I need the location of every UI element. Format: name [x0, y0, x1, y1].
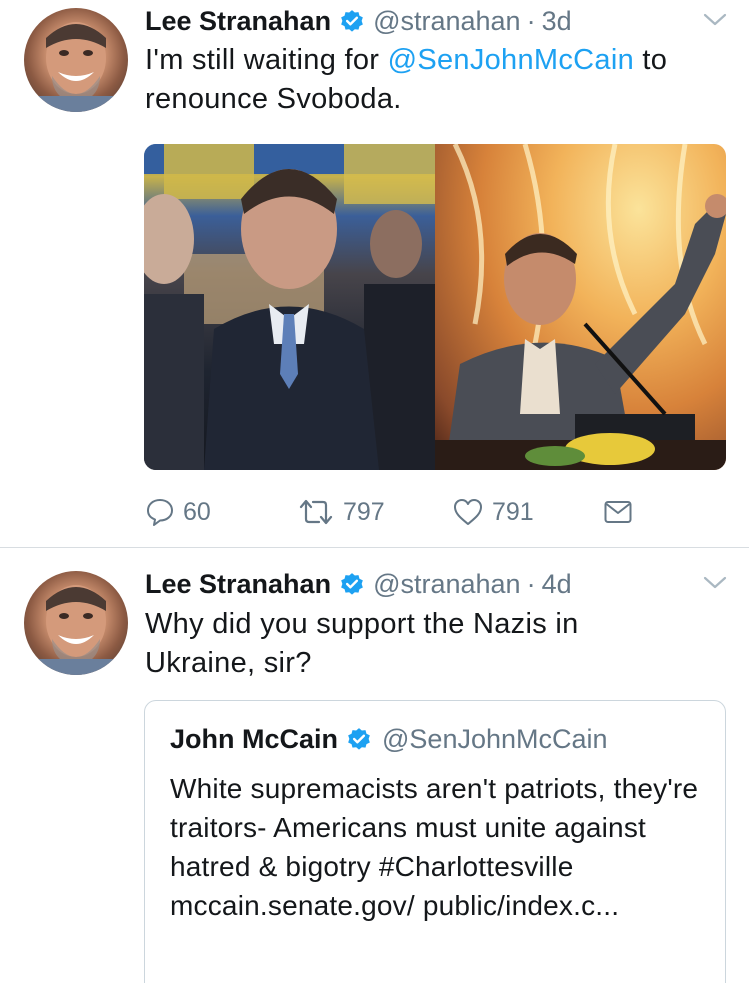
author-handle[interactable]: @stranahan [373, 569, 521, 600]
envelope-icon [604, 501, 632, 523]
chevron-down-icon[interactable] [703, 12, 727, 28]
direct-message-button[interactable] [603, 494, 633, 530]
quoted-author-name[interactable]: John McCain [170, 724, 338, 755]
author-handle[interactable]: @stranahan [373, 6, 521, 37]
retweet-count: 797 [343, 497, 385, 526]
timestamp[interactable]: 4d [542, 569, 572, 600]
quoted-tweet[interactable]: John McCain @SenJohnMcCain White suprema… [144, 700, 726, 983]
tweet-actions: 60 797 791 [145, 494, 645, 530]
tweet[interactable]: Lee Stranahan @stranahan · 3d I'm still … [0, 0, 749, 548]
reply-count: 60 [183, 497, 211, 526]
tweet-text-part: I'm still waiting for [145, 44, 388, 76]
like-count: 791 [492, 497, 534, 526]
media-photo[interactable] [144, 144, 435, 470]
separator: · [526, 568, 536, 599]
tweet-text: I'm still waiting for @SenJohnMcCain to … [145, 41, 719, 119]
tweet-text: Why did you support the Nazis in Ukraine… [145, 608, 579, 679]
tweet-header: Lee Stranahan @stranahan · 3d [145, 3, 729, 39]
tweet-media[interactable] [144, 144, 726, 470]
reply-button[interactable]: 60 [145, 494, 211, 530]
verified-badge-icon [341, 573, 363, 595]
quoted-tweet-text: White supremacists aren't patriots, they… [170, 773, 699, 921]
quoted-tweet-header: John McCain @SenJohnMcCain [170, 721, 608, 757]
author-name[interactable]: Lee Stranahan [145, 569, 331, 600]
reply-icon [147, 499, 173, 526]
retweet-icon [299, 499, 333, 525]
media-photo[interactable] [435, 144, 726, 470]
quoted-author-handle[interactable]: @SenJohnMcCain [382, 724, 608, 755]
retweet-button[interactable]: 797 [297, 494, 385, 530]
tweet-header: Lee Stranahan @stranahan · 4d [145, 566, 729, 602]
verified-badge-icon [348, 728, 370, 750]
timestamp[interactable]: 3d [542, 6, 572, 37]
avatar[interactable] [24, 8, 128, 112]
chevron-down-icon[interactable] [703, 575, 727, 591]
mention-link[interactable]: @SenJohnMcCain [388, 44, 634, 76]
separator: · [526, 5, 536, 36]
avatar[interactable] [24, 571, 128, 675]
verified-badge-icon [341, 10, 363, 32]
heart-icon [454, 499, 482, 525]
like-button[interactable]: 791 [452, 494, 534, 530]
author-name[interactable]: Lee Stranahan [145, 6, 331, 37]
